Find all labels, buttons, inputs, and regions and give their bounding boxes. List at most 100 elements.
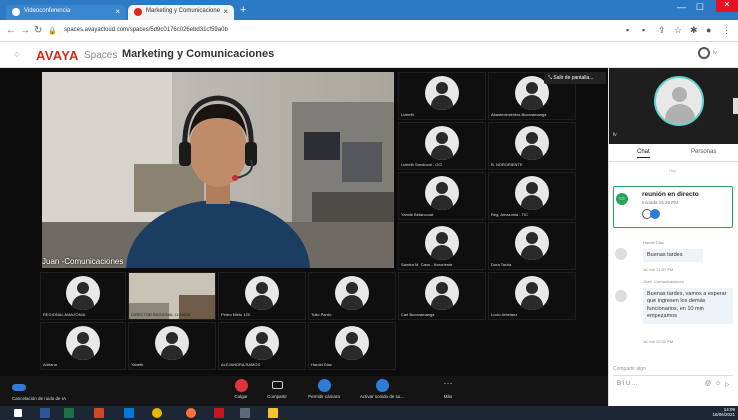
participant-tile[interactable]: Yaneth xyxy=(128,322,216,370)
send-icon[interactable]: ▷ xyxy=(725,381,730,388)
collapse-handle-icon[interactable] xyxy=(733,98,738,114)
attendee-count-icon xyxy=(650,209,660,219)
new-tab-icon[interactable]: + xyxy=(240,4,246,16)
participant-tile[interactable]: REGIONAL AMAZONIA xyxy=(40,272,126,320)
participant-name: Yamile Betancourt xyxy=(401,212,434,217)
back-icon[interactable]: ← xyxy=(6,25,16,36)
home-icon[interactable]: ○ xyxy=(14,49,19,59)
noise-cancel-toggle[interactable]: Cancelación de ruido de IA xyxy=(12,382,66,401)
compose-input[interactable]: Compartir algo xyxy=(613,364,733,376)
chevron-down-icon[interactable]: ⌵ xyxy=(228,50,234,60)
avatar xyxy=(335,326,369,361)
excel-icon[interactable] xyxy=(64,408,74,418)
participant-name: Lucio Arbelaez xyxy=(491,312,518,317)
message-time: 16 Jun 22:02 PM xyxy=(643,339,674,344)
os-taskbar: 14:09 16/06/2021 xyxy=(0,406,738,420)
meeting-title: reunión en directo xyxy=(642,191,699,198)
camera-label: Permitir cámara xyxy=(308,394,340,399)
file-explorer-icon[interactable] xyxy=(268,408,278,418)
firefox-icon[interactable] xyxy=(186,408,196,418)
participant-tile[interactable]: Adriana xyxy=(40,322,126,370)
tab-close-icon[interactable]: × xyxy=(115,7,120,16)
participant-tile[interactable]: Lucio Arbelaez xyxy=(488,272,576,320)
chrome-icon[interactable] xyxy=(152,408,162,418)
avatar xyxy=(335,276,369,311)
star-icon[interactable]: ☆ xyxy=(674,25,682,36)
app-icon[interactable] xyxy=(240,408,250,418)
avatar xyxy=(245,326,279,361)
user-initial: lv xyxy=(713,50,717,56)
avatar xyxy=(515,276,549,311)
avatar xyxy=(425,76,459,111)
meeting-started: Iniciada 15:26 PM xyxy=(642,200,679,205)
word-icon[interactable] xyxy=(40,408,50,418)
window-close-icon[interactable]: ✕ xyxy=(716,0,738,12)
participant-tile[interactable]: Harold Diaz xyxy=(308,322,396,370)
puzzle-icon[interactable]: ✱ xyxy=(690,25,698,36)
tab-people[interactable]: Personas xyxy=(691,149,716,155)
avatar xyxy=(515,126,549,161)
screen-share-icon xyxy=(271,381,283,389)
participant-tile[interactable]: B. NORORIENTE xyxy=(488,122,576,170)
participant-tile[interactable]: Sandra M. Cano - Nororiente xyxy=(398,222,486,270)
mention-icon[interactable]: @ xyxy=(705,381,711,387)
participant-name: Harold Diaz xyxy=(311,362,332,367)
participant-tile[interactable]: Dora Tacha xyxy=(488,222,576,270)
message-time: 16 Jun 21:57 PM xyxy=(643,267,674,272)
maximize-icon[interactable]: ☐ xyxy=(696,2,704,13)
browser-tab-marketing[interactable]: Marketing y Comunicacione × xyxy=(128,5,234,20)
emoji-icon[interactable]: ☺ xyxy=(715,381,721,387)
user-avatar-icon[interactable] xyxy=(698,47,710,59)
camera-button[interactable]: Permitir cámara xyxy=(304,379,344,399)
message-author-avatar xyxy=(615,290,627,302)
participant-name: ALEJANDRA RAMOS xyxy=(221,362,261,367)
extension-icon[interactable]: ▪ xyxy=(642,25,645,35)
more-dots-icon: ··· xyxy=(443,378,453,388)
forward-icon[interactable]: → xyxy=(20,25,30,36)
participant-tile[interactable]: ALEJANDRA RAMOS xyxy=(218,322,306,370)
format-toolbar[interactable]: B I U ... xyxy=(617,381,637,387)
powerpoint-icon[interactable] xyxy=(94,408,104,418)
tab-title: Videoconferencia xyxy=(24,8,71,14)
outlook-icon[interactable] xyxy=(124,408,134,418)
participant-name: Tulio Pardo xyxy=(311,312,332,317)
participant-tile[interactable]: Tulio Pardo xyxy=(308,272,396,320)
url-field[interactable]: spaces.avayacloud.com/spaces/5d9c0176c02… xyxy=(58,24,598,38)
message-author: Juan -Comunicaciones xyxy=(643,279,684,284)
room-title[interactable]: Marketing y Comunicaciones xyxy=(122,48,274,60)
participant-tile[interactable]: Yamile Betancourt xyxy=(398,172,486,220)
minimize-icon[interactable]: — xyxy=(677,2,686,12)
participant-tile[interactable]: Caé Bucaramanga xyxy=(398,272,486,320)
extension-icon[interactable]: ▪ xyxy=(626,25,629,35)
main-video[interactable]: Juan -Comunicaciones xyxy=(42,72,394,268)
tab-close-icon[interactable]: × xyxy=(223,7,228,16)
participant-video-tile[interactable]: DIRECTOR REGIONAL LLANOS xyxy=(128,272,216,320)
tab-chat[interactable]: Chat xyxy=(637,149,650,158)
participant-tile[interactable]: Lizbeth Sandoval - OCI xyxy=(398,122,486,170)
share-icon[interactable]: ⇪ xyxy=(658,25,666,36)
live-meeting-card[interactable]: ▭ reunión en directo Iniciada 15:26 PM xyxy=(613,186,733,228)
message-author-avatar xyxy=(615,248,627,260)
participant-tile[interactable]: Reg. Amazonia - TIC xyxy=(488,172,576,220)
exit-fullscreen-button[interactable]: ⤡ Salir de pantalla... xyxy=(544,72,606,84)
day-separator: Hoy xyxy=(669,168,677,173)
participant-name: Yaneth xyxy=(131,362,144,367)
browser-tab-videoconferencia[interactable]: Videoconferencia × xyxy=(6,5,126,20)
acrobat-icon[interactable] xyxy=(214,408,224,418)
sidebar-header: lv xyxy=(609,68,738,144)
hang-up-button[interactable]: Colgar xyxy=(228,379,254,399)
message-author: Harold Diaz xyxy=(643,240,664,245)
unmute-button[interactable]: Activar sonido de su... xyxy=(354,379,410,399)
participant-tile[interactable]: Pedro Nieto 125 xyxy=(218,272,306,320)
more-button[interactable]: ··· Más xyxy=(438,378,458,400)
system-clock[interactable]: 14:09 16/06/2021 xyxy=(712,407,735,418)
participant-tile[interactable]: Lizbeth xyxy=(398,72,486,120)
avatar xyxy=(425,176,459,211)
share-button[interactable]: Compartir xyxy=(262,379,292,399)
windows-start-icon[interactable] xyxy=(14,409,22,417)
menu-icon[interactable]: ⋮ xyxy=(722,25,731,36)
lock-icon: 🔒 xyxy=(48,28,57,35)
chat-sidebar: lv Chat Personas Hoy ▭ reunión en direct… xyxy=(608,68,738,406)
reload-icon[interactable]: ↻ xyxy=(34,25,42,36)
profile-icon[interactable]: ● xyxy=(706,25,711,35)
